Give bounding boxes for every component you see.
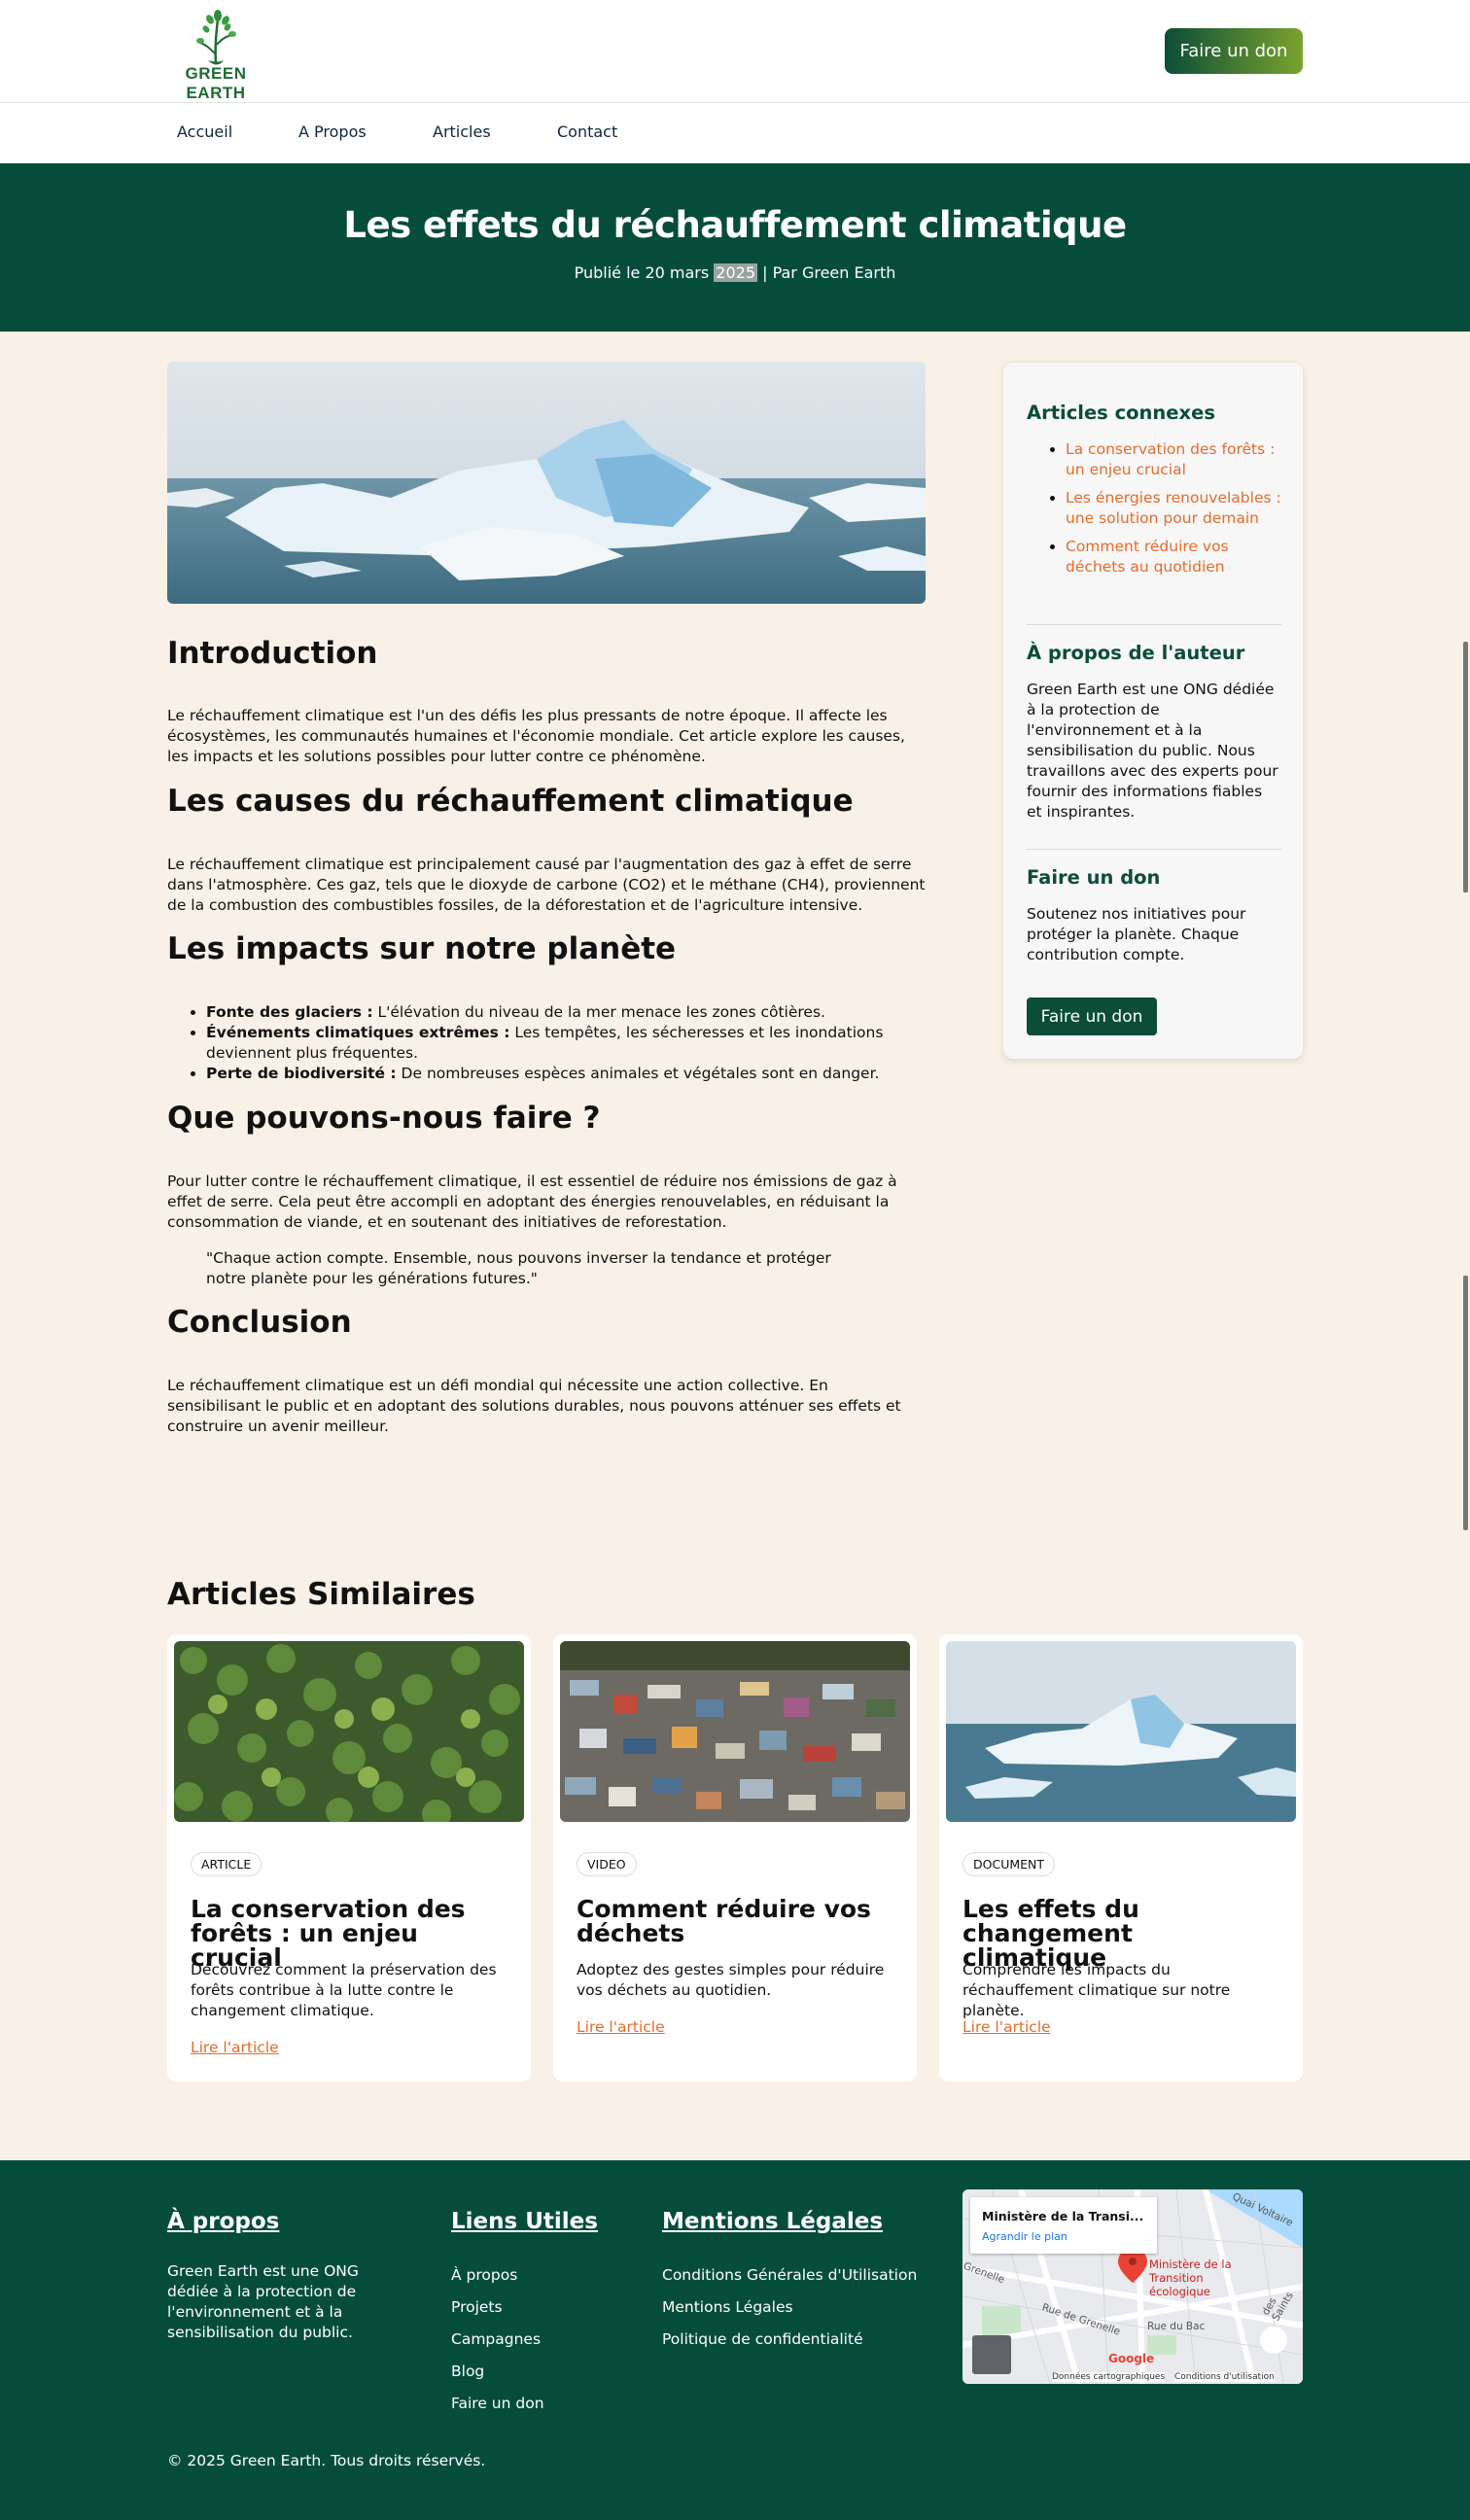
impact-text: L'élévation du niveau de la mer menace l… (372, 1003, 825, 1021)
scrollbar-thumb[interactable] (1463, 642, 1468, 892)
satellite-toggle-icon[interactable] (972, 2335, 1011, 2374)
footer-legal-link[interactable]: Mentions Légales (662, 2298, 793, 2316)
copyright-text: © 2025 Green Earth. Tous droits réservés… (167, 2452, 486, 2469)
article-card[interactable]: ARTICLE La conservation des forêts : un … (167, 1634, 531, 2082)
footer-link[interactable]: Campagnes (451, 2330, 541, 2348)
related-article-link[interactable]: La conservation des forêts : un enjeu cr… (1066, 440, 1275, 478)
iceberg-image-icon (946, 1641, 1296, 1822)
list-item: Perte de biodiversité : De nombreuses es… (206, 1064, 926, 1084)
related-articles-title: Articles connexes (1027, 402, 1215, 424)
article-sidebar: Articles connexes La conservation des fo… (1003, 363, 1303, 1059)
footer-legal-link[interactable]: Politique de confidentialité (662, 2330, 863, 2348)
card-description: Adoptez des gestes simples pour réduire … (577, 1961, 885, 1999)
map-place-name: Ministère de la Transi... (982, 2209, 1144, 2223)
card-image (946, 1641, 1296, 1822)
article-card[interactable]: VIDEO Comment réduire vos déchets Adopte… (553, 1634, 917, 2082)
waste-image-icon (560, 1641, 910, 1822)
article-quote: "Chaque action compte. Ensemble, nous po… (206, 1249, 831, 1287)
section-title-conclusion: Conclusion (167, 1305, 352, 1340)
card-read-link[interactable]: Lire l'article (962, 2018, 1051, 2036)
map-marker-label: Ministère de la Transition écologique (1149, 2258, 1232, 2298)
list-item: Fonte des glaciers : L'élévation du nive… (206, 1002, 926, 1023)
divider (1027, 849, 1281, 850)
forest-image-icon (174, 1641, 524, 1822)
section-title-actions: Que pouvons-nous faire ? (167, 1101, 601, 1136)
map-terms-link[interactable]: Conditions d'utilisation (1174, 2372, 1275, 2382)
card-read-link[interactable]: Lire l'article (191, 2039, 279, 2056)
footer-legal-title[interactable]: Mentions Légales (662, 2209, 883, 2234)
actions-paragraph: Pour lutter contre le réchauffement clim… (167, 1172, 897, 1231)
footer-links-title[interactable]: Liens Utiles (451, 2209, 598, 2234)
site-footer: À propos Green Earth est une ONG dédiée … (0, 2160, 1470, 2520)
map-place-card: Ministère de la Transi... Agrandir le pl… (970, 2197, 1157, 2254)
footer-about-title[interactable]: À propos (167, 2209, 279, 2234)
footer-about-text: Green Earth est une ONG dédiée à la prot… (167, 2262, 359, 2341)
embedded-map[interactable]: Ministère de la Transi... Agrandir le pl… (962, 2189, 1303, 2384)
footer-link[interactable]: Projets (451, 2298, 503, 2316)
similar-articles-title: Articles Similaires (167, 1577, 475, 1612)
divider (1027, 624, 1281, 625)
author-title: À propos de l'auteur (1027, 642, 1245, 664)
card-badge: DOCUMENT (962, 1852, 1056, 1876)
related-articles-list: La conservation des forêts : un enjeu cr… (1066, 439, 1285, 585)
card-badge: VIDEO (577, 1852, 637, 1876)
section-title-causes: Les causes du réchauffement climatique (167, 784, 854, 819)
fullscreen-icon[interactable] (1260, 2327, 1287, 2354)
google-logo: Google (1108, 2352, 1155, 2365)
sidebar-donate-title: Faire un don (1027, 866, 1161, 889)
causes-paragraph: Le réchauffement climatique est principa… (167, 856, 926, 914)
list-item: Événements climatiques extrêmes : Les te… (206, 1023, 926, 1064)
card-title[interactable]: Les effets du changement climatique (962, 1897, 1283, 1970)
impact-label: Perte de biodiversité : (206, 1065, 397, 1082)
conclusion-paragraph: Le réchauffement climatique est un défi … (167, 1377, 901, 1435)
impact-text: De nombreuses espèces animales et végéta… (396, 1065, 880, 1082)
donate-button[interactable]: Faire un don (1165, 28, 1303, 74)
card-image (174, 1641, 524, 1822)
footer-legal-link[interactable]: Conditions Générales d'Utilisation (662, 2266, 917, 2284)
footer-link[interactable]: Faire un don (451, 2395, 544, 2412)
card-description: Comprendre les impacts du réchauffement … (962, 1961, 1231, 2019)
author-text: Green Earth est une ONG dédiée à la prot… (1027, 681, 1278, 821)
list-item: Comment réduire vos déchets au quotidien (1066, 537, 1285, 578)
article-body: Introduction Le réchauffement climatique… (167, 0, 926, 1458)
card-read-link[interactable]: Lire l'article (577, 2018, 665, 2036)
footer-link[interactable]: Blog (451, 2362, 484, 2380)
map-attribution[interactable]: Données cartographiques (1052, 2372, 1166, 2382)
sidebar-donate-button[interactable]: Faire un don (1027, 998, 1157, 1035)
impact-label: Événements climatiques extrêmes : (206, 1024, 510, 1041)
card-image (560, 1641, 910, 1822)
impacts-list: Fonte des glaciers : L'élévation du nive… (206, 1002, 926, 1084)
sidebar-donate-text: Soutenez nos initiatives pour protéger l… (1027, 905, 1246, 963)
card-title[interactable]: Comment réduire vos déchets (577, 1897, 897, 1945)
card-description: Découvrez comment la préservation des fo… (191, 1961, 497, 2019)
card-title[interactable]: La conservation des forêts : un enjeu cr… (191, 1897, 511, 1970)
footer-link[interactable]: À propos (451, 2266, 517, 2284)
list-item: La conservation des forêts : un enjeu cr… (1066, 439, 1285, 480)
section-title-introduction: Introduction (167, 636, 378, 671)
impact-label: Fonte des glaciers : (206, 1003, 373, 1021)
related-article-link[interactable]: Comment réduire vos déchets au quotidien (1066, 538, 1229, 576)
map-enlarge-link[interactable]: Agrandir le plan (982, 2230, 1068, 2243)
map-street-label: Rue du Bac (1147, 2321, 1206, 2332)
related-article-link[interactable]: Les énergies renouvelables : une solutio… (1066, 489, 1281, 527)
section-title-impacts: Les impacts sur notre planète (167, 931, 677, 966)
list-item: Les énergies renouvelables : une solutio… (1066, 488, 1285, 529)
card-badge: ARTICLE (191, 1852, 262, 1876)
scrollbar-thumb[interactable] (1463, 1276, 1468, 1530)
intro-paragraph: Le réchauffement climatique est l'un des… (167, 707, 905, 765)
article-card[interactable]: DOCUMENT Les effets du changement climat… (939, 1634, 1303, 2082)
